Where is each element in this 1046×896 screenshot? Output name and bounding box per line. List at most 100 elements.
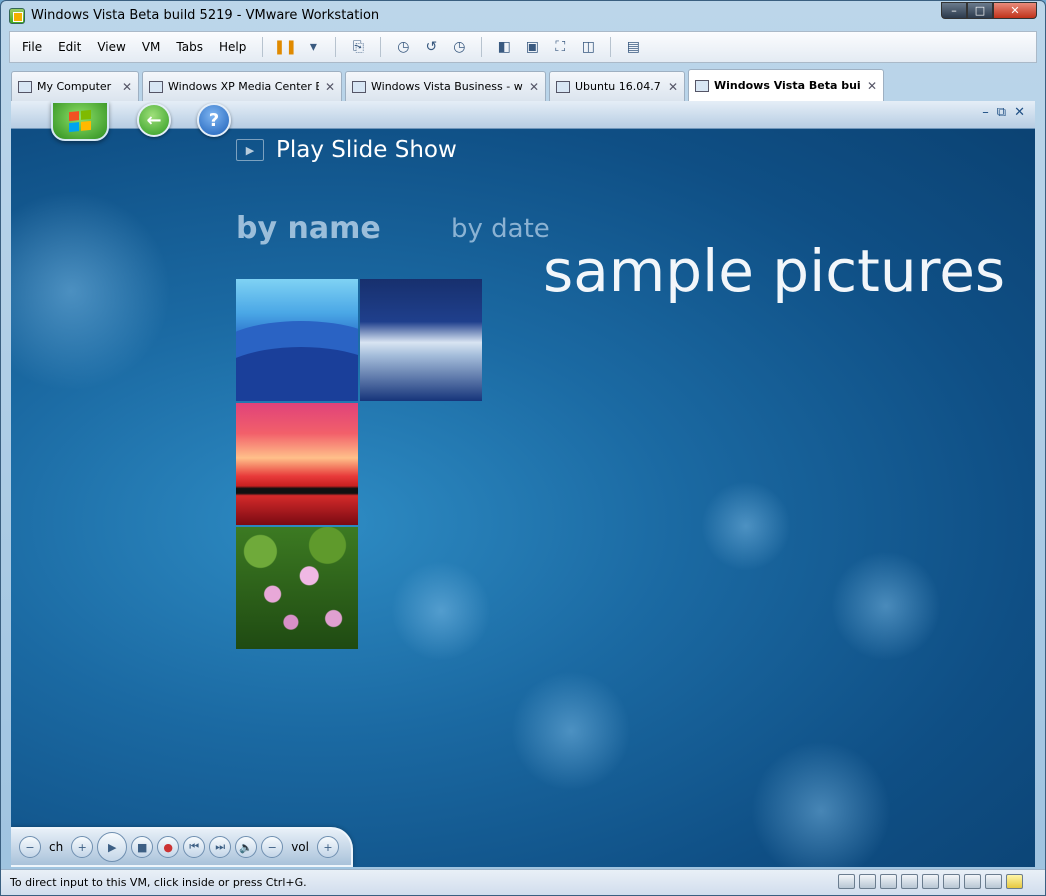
close-tab-icon[interactable]: ✕ [122,80,132,94]
vm-tab-bar: My Computer ✕ Windows XP Media Center Ed… [9,67,1037,101]
transport-controls: − ch + ▶ ■ ● ⏮ ⏭ 🔈 − vol + [11,827,353,867]
toolbar-separator [610,37,612,57]
close-tab-icon[interactable]: ✕ [529,80,539,94]
media-center-window-controls: – ⧉ ✕ [982,105,1025,120]
vmware-app-icon [9,7,25,24]
sound-card-icon[interactable] [943,874,960,889]
play-slideshow-button[interactable]: ▶ Play Slide Show [236,137,457,163]
background-bokeh [511,671,631,791]
snapshot-manager-icon[interactable]: ◷ [448,36,470,58]
send-ctrl-alt-del-icon[interactable]: ⎘ [347,36,369,58]
close-button[interactable]: ✕ [993,2,1037,19]
windows-flag-icon [69,109,91,133]
menu-tabs[interactable]: Tabs [168,40,211,54]
message-log-icon[interactable] [1006,874,1023,889]
tab-label: Windows Vista Business - with... [371,80,523,93]
tab-label: Ubuntu 16.04.7 [575,80,661,93]
background-bokeh [701,481,791,571]
record-button[interactable]: ● [157,836,180,858]
toolbar-separator [380,37,382,57]
channel-up-button[interactable]: + [71,836,94,858]
computer-icon [18,80,32,93]
usb-icon[interactable] [922,874,939,889]
printer-icon[interactable] [901,874,918,889]
vmware-window: Windows Vista Beta build 5219 - VMware W… [0,0,1046,896]
dropdown-icon[interactable]: ▾ [302,36,324,58]
stop-button[interactable]: ■ [131,836,154,858]
maximize-button[interactable]: □ [967,2,993,19]
vm-icon [352,80,366,93]
vm-console[interactable]: – ⧉ ✕ ← ? ▶ Play Slide Show by name by d… [11,101,1035,867]
background-bokeh [391,561,491,661]
tab-windows-vista-business[interactable]: Windows Vista Business - with... ✕ [345,71,546,101]
vm-icon [556,80,570,93]
floppy-icon[interactable] [964,874,981,889]
close-tab-icon[interactable]: ✕ [325,80,335,94]
menu-vm[interactable]: VM [134,40,169,54]
vm-icon [695,79,709,92]
snapshot-take-icon[interactable]: ◷ [392,36,414,58]
display-icon[interactable] [985,874,1002,889]
thumbnail-winter[interactable] [360,279,482,401]
channel-down-button[interactable]: − [19,836,41,858]
background-bokeh [11,191,171,391]
play-slideshow-label: Play Slide Show [276,137,457,163]
mc-restore-icon[interactable]: ⧉ [997,105,1006,120]
play-button[interactable]: ▶ [97,832,128,862]
tab-label: Windows XP Media Center Edi... [168,80,319,93]
gallery-title: sample pictures [543,237,1006,305]
menu-edit[interactable]: Edit [50,40,89,54]
volume-label: vol [291,840,309,854]
menu-help[interactable]: Help [211,40,254,54]
tab-my-computer[interactable]: My Computer ✕ [11,71,139,101]
close-tab-icon[interactable]: ✕ [668,80,678,94]
thumbnail-water-lilies[interactable] [236,527,358,649]
next-button[interactable]: ⏭ [209,836,232,858]
tab-label: Windows Vista Beta build ... [714,79,861,92]
question-mark-icon: ? [208,109,220,131]
window-title: Windows Vista Beta build 5219 - VMware W… [31,8,380,23]
channel-label: ch [49,840,64,854]
menu-file[interactable]: File [14,40,50,54]
windows-start-button[interactable] [51,101,109,141]
unity-icon[interactable]: ◫ [577,36,599,58]
mute-button[interactable]: 🔈 [235,836,258,858]
back-arrow-icon: ← [146,109,162,131]
minimize-button[interactable]: – [941,2,967,19]
console-view-icon[interactable]: ▣ [521,36,543,58]
previous-button[interactable]: ⏮ [183,836,206,858]
pause-icon[interactable]: ❚❚ [274,36,297,58]
status-text: To direct input to this VM, click inside… [10,876,307,889]
toolbar-separator [481,37,483,57]
hard-disk-icon[interactable] [838,874,855,889]
network-adapter-icon[interactable] [880,874,897,889]
thumbnail-view-icon[interactable]: ▤ [622,36,644,58]
cd-rom-icon[interactable] [859,874,876,889]
mc-minimize-icon[interactable]: – [982,105,989,120]
background-bokeh [751,741,891,867]
thumbnail-blue-hills[interactable] [236,279,358,401]
tab-ubuntu[interactable]: Ubuntu 16.04.7 ✕ [549,71,685,101]
sort-by-date[interactable]: by date [451,214,550,244]
thumbnail-sunset[interactable] [236,403,358,525]
help-button[interactable]: ? [197,103,231,137]
menu-view[interactable]: View [89,40,133,54]
tab-label: My Computer [37,80,112,93]
close-tab-icon[interactable]: ✕ [867,79,877,93]
device-icons [838,874,1023,889]
toolbar-separator [335,37,337,57]
back-button[interactable]: ← [137,103,171,137]
mc-close-icon[interactable]: ✕ [1014,105,1025,120]
snapshot-revert-icon[interactable]: ↺ [420,36,442,58]
fullscreen-icon[interactable]: ⛶ [549,36,571,58]
sidebar-icon[interactable]: ◧ [493,36,515,58]
vm-icon [149,80,163,93]
title-bar[interactable]: Windows Vista Beta build 5219 - VMware W… [1,1,1045,30]
tab-windows-xp-media-center[interactable]: Windows XP Media Center Edi... ✕ [142,71,342,101]
status-bar: To direct input to this VM, click inside… [1,869,1045,895]
tab-windows-vista-beta[interactable]: Windows Vista Beta build ... ✕ [688,69,884,101]
volume-down-button[interactable]: − [261,836,284,858]
toolbar-separator [262,37,264,57]
sort-by-name[interactable]: by name [236,211,381,246]
volume-up-button[interactable]: + [316,836,339,858]
